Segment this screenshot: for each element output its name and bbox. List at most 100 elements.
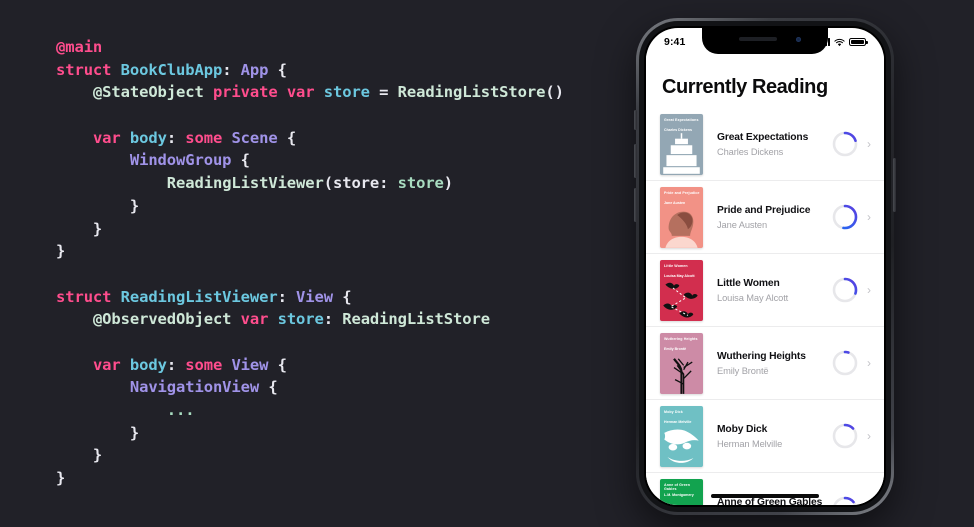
code-token: Scene <box>231 128 278 147</box>
code-token: var <box>92 128 130 147</box>
code-token: ReadingListViewer <box>166 174 324 193</box>
code-line: var body: some Scene { <box>56 127 630 150</box>
code-line: NavigationView { <box>56 376 630 399</box>
chevron-right-icon: › <box>867 137 871 151</box>
code-line: } <box>56 444 630 467</box>
book-title: Wuthering Heights <box>717 350 806 362</box>
wifi-icon <box>834 38 845 46</box>
code-token: : <box>323 310 343 329</box>
status-indicators <box>819 37 868 47</box>
code-token: App <box>240 60 269 79</box>
code-token: ReadingListStore <box>342 310 490 329</box>
home-indicator[interactable] <box>711 494 819 498</box>
cover-title: Moby Dick <box>664 409 683 414</box>
status-time: 9:41 <box>664 36 686 48</box>
code-token: store <box>323 83 370 102</box>
code-token: @main <box>56 38 103 56</box>
book-row[interactable]: Great Expectations Charles Dickens Great E… <box>646 108 884 181</box>
code-line: var body: some View { <box>56 354 630 377</box>
code-line: ReadingListViewer(store: store) <box>56 172 630 195</box>
code-token: View <box>296 287 333 306</box>
book-meta: Pride and Prejudice Jane Austen <box>703 204 831 231</box>
silent-switch[interactable] <box>634 110 637 130</box>
book-row[interactable]: Little Women Louisa May Alcott Little Wome… <box>646 254 884 327</box>
code-line: @StateObject private var store = Reading… <box>56 81 630 104</box>
phone-bezel: 9:41 Currently Reading Great Expectation… <box>644 26 886 507</box>
code-token: } <box>56 423 140 442</box>
code-line: struct BookClubApp: App { <box>56 59 630 82</box>
volume-up-button[interactable] <box>634 144 637 178</box>
code-token: BookClubApp <box>120 60 223 79</box>
book-cover: Wuthering Heights Emily Brontë <box>660 332 703 394</box>
book-cover: Moby Dick Herman Melville <box>660 405 703 467</box>
book-meta: Little Women Louisa May Alcott <box>703 277 831 304</box>
book-row[interactable]: Anne of Green Gables L.M. Montgomery Anne … <box>646 473 884 505</box>
code-line: } <box>56 195 630 218</box>
cover-title: Anne of Green Gables <box>664 482 691 492</box>
book-author: Emily Brontë <box>717 365 769 376</box>
code-token: some <box>185 128 232 147</box>
progress-ring <box>831 203 859 231</box>
progress-ring <box>831 422 859 450</box>
book-row[interactable]: Wuthering Heights Emily Brontë Wuthering H… <box>646 327 884 400</box>
page-title: Currently Reading <box>662 76 828 98</box>
book-cover: Great Expectations Charles Dickens <box>660 113 703 175</box>
screenshot-root: @main struct BookClubApp: App { @StateObj… <box>0 0 974 527</box>
chevron-right-icon: › <box>867 210 871 224</box>
code-token: } <box>56 219 103 238</box>
app-content: Currently Reading Great Expectations Char… <box>646 54 884 505</box>
book-author: Jane Austen <box>717 219 768 230</box>
code-token: ) <box>443 174 454 193</box>
code-line: } <box>56 240 630 263</box>
code-token: { <box>259 378 278 397</box>
book-row[interactable]: Pride and Prejudice Jane Austen Pride and … <box>646 181 884 254</box>
code-token: { <box>277 128 297 147</box>
cover-title: Pride and Prejudice <box>664 190 700 195</box>
code-line: WindowGroup { <box>56 149 630 172</box>
cover-title: Wuthering Heights <box>664 336 698 341</box>
code-token: ReadingListStore <box>397 83 546 102</box>
code-token: () <box>545 83 564 102</box>
book-title: Little Women <box>717 277 780 289</box>
book-title: Moby Dick <box>717 423 768 435</box>
code-token: } <box>56 469 66 488</box>
book-meta: Great Expectations Charles Dickens <box>703 131 831 158</box>
code-token: @StateObject <box>92 83 213 102</box>
progress-ring <box>831 130 859 158</box>
code-token: var <box>240 310 278 329</box>
progress-ring <box>831 349 859 377</box>
code-line: @main <box>56 36 630 59</box>
book-cover: Anne of Green Gables L.M. Montgomery <box>660 478 703 505</box>
code-line: @ObservedObject var store: ReadingListSt… <box>56 308 630 331</box>
chevron-right-icon: › <box>867 429 871 443</box>
book-author: Charles Dickens <box>717 146 784 157</box>
book-row[interactable]: Moby Dick Herman Melville Moby Dick Herman … <box>646 400 884 473</box>
code-token: } <box>56 242 66 261</box>
code-token: store <box>332 174 380 193</box>
book-meta: Moby Dick Herman Melville <box>703 423 831 450</box>
code-token: private <box>212 83 287 102</box>
chevron-right-icon: › <box>867 283 871 297</box>
code-token: @ObservedObject <box>92 310 241 329</box>
book-cover: Little Women Louisa May Alcott <box>660 259 703 321</box>
code-token: ReadingListViewer <box>120 287 278 306</box>
swift-code-block: @main struct BookClubApp: App { @StateObj… <box>0 0 630 527</box>
code-token: View <box>231 355 269 374</box>
power-button[interactable] <box>893 158 896 212</box>
progress-ring <box>831 276 859 304</box>
code-token: { <box>268 60 287 79</box>
chevron-right-icon: › <box>867 356 871 370</box>
book-author: Herman Melville <box>717 438 783 449</box>
volume-down-button[interactable] <box>634 188 637 222</box>
code-line: } <box>56 467 630 490</box>
code-token: } <box>56 446 103 465</box>
book-meta: Wuthering Heights Emily Brontë <box>703 350 831 377</box>
code-line: struct ReadingListViewer: View { <box>56 286 630 309</box>
